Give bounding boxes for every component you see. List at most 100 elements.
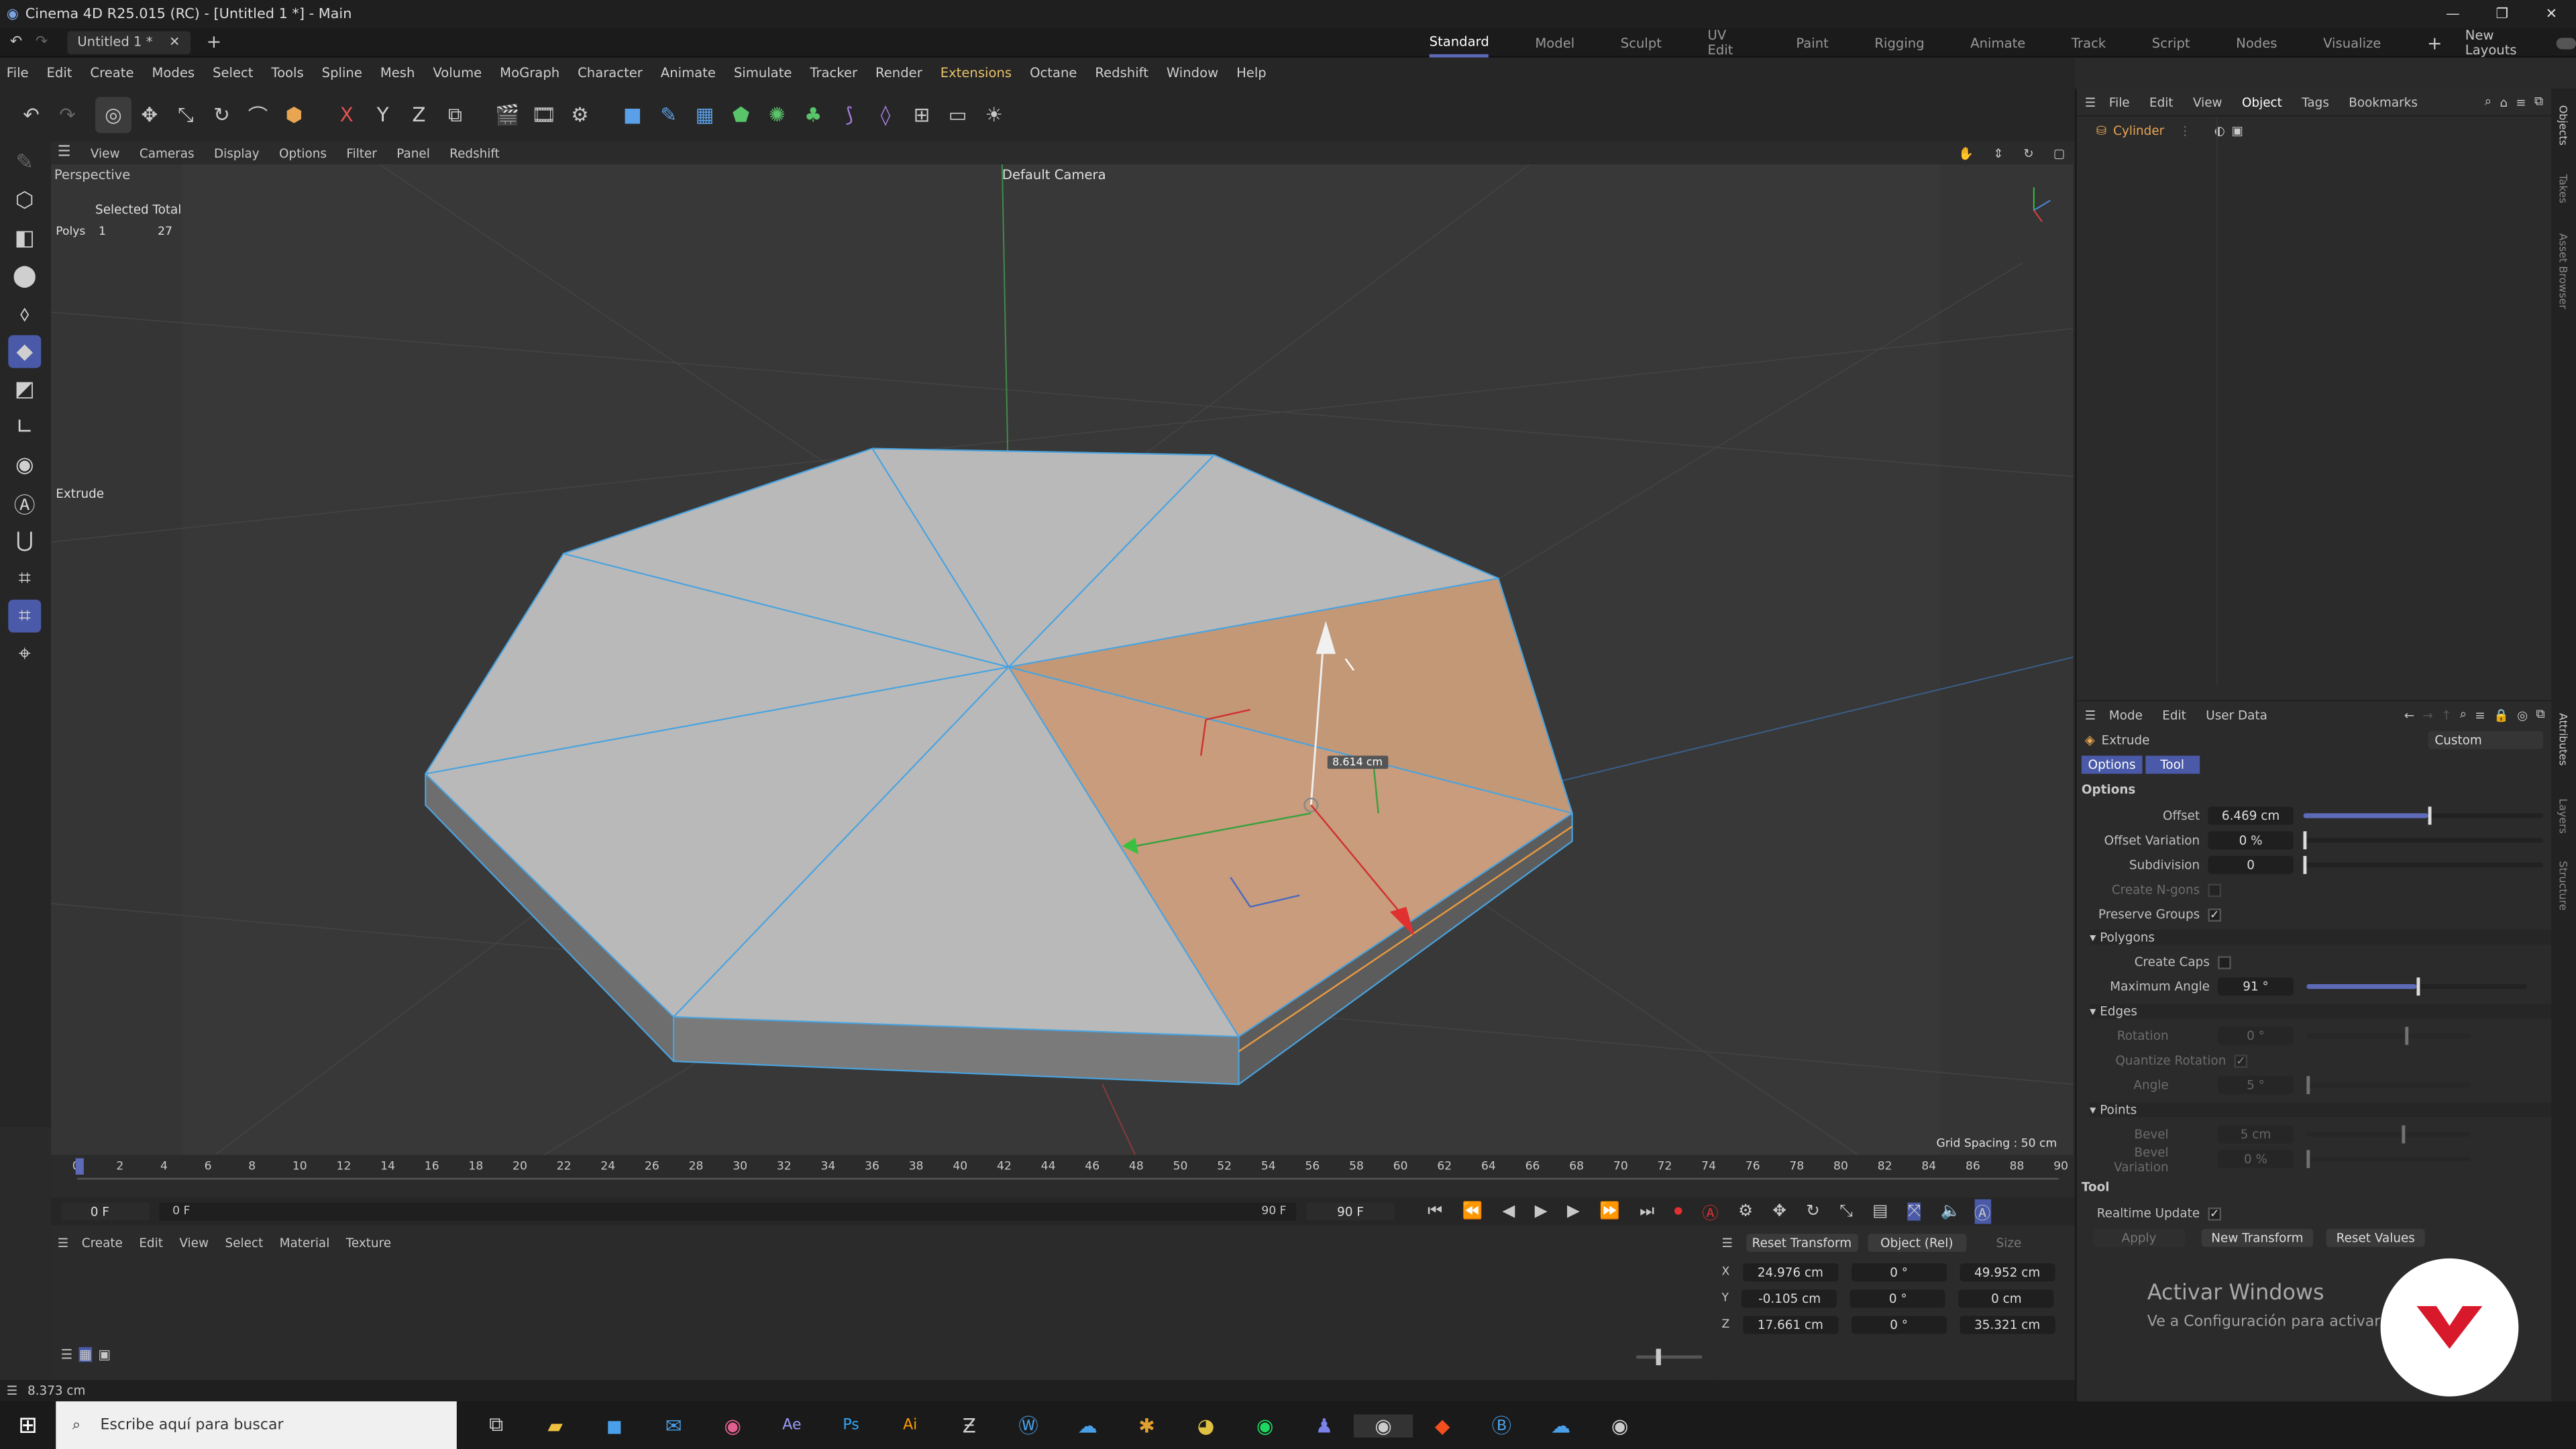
reset-transform-button[interactable]: Reset Transform	[1746, 1232, 1858, 1251]
menu-render[interactable]: Render	[875, 66, 922, 80]
filter-icon[interactable]: ≡	[2516, 95, 2526, 109]
paint-icon[interactable]: ✎	[8, 146, 41, 179]
vp-menu-cameras[interactable]: Cameras	[140, 146, 195, 160]
restore-button[interactable]: ❐	[2477, 6, 2526, 22]
illustrator-icon[interactable]: Ai	[881, 1417, 940, 1433]
autokey-icon[interactable]: Ⓐ	[1702, 1199, 1718, 1224]
lasso-icon[interactable]: ⌒	[240, 97, 276, 133]
reset-values-button[interactable]: Reset Values	[2326, 1228, 2425, 1247]
coord-size-field[interactable]: 35.321 cm	[1960, 1315, 2055, 1334]
side-tab-structure[interactable]: Structure	[2557, 861, 2570, 910]
render-settings-icon[interactable]: ⚙	[562, 97, 598, 133]
side-tab-attributes[interactable]: Attributes	[2557, 713, 2570, 766]
layout-tab-standard[interactable]: Standard	[1429, 29, 1489, 57]
max-angle-slider[interactable]	[2306, 977, 2527, 996]
figma-icon[interactable]: ◆	[1413, 1413, 1472, 1436]
layout-tab-visualize[interactable]: Visualize	[2323, 36, 2381, 50]
redo-icon[interactable]: ↷	[36, 34, 48, 50]
menu-tools[interactable]: Tools	[271, 66, 303, 80]
list-view-icon[interactable]: ☰	[61, 1347, 73, 1362]
obj-menu-file[interactable]: File	[2109, 95, 2130, 109]
cube-icon[interactable]: ■	[614, 97, 651, 133]
forward-icon[interactable]: →	[2422, 707, 2432, 722]
coord-position-field[interactable]: 24.976 cm	[1742, 1263, 1838, 1281]
sound-icon[interactable]: 🔈	[1941, 1203, 1961, 1221]
uv-mode-icon[interactable]: ◩	[8, 373, 41, 406]
camera-icon[interactable]: ▭	[940, 97, 976, 133]
quantize-checkbox[interactable]: ✓	[2234, 1054, 2248, 1067]
filter-icon[interactable]: ≡	[2475, 707, 2485, 722]
hamburger-icon[interactable]: ☰	[1722, 1234, 1733, 1249]
layout-tab-rigging[interactable]: Rigging	[1874, 36, 1924, 50]
subdivision-icon[interactable]: ▦	[687, 97, 723, 133]
coordinate-system-icon[interactable]: ⬢	[276, 97, 312, 133]
edges-mode-icon[interactable]: ⬨	[8, 297, 41, 330]
menu-modes[interactable]: Modes	[152, 66, 195, 80]
tab-options[interactable]: Options	[2081, 755, 2143, 774]
render-view-icon[interactable]: 🎬	[490, 97, 526, 133]
orbit-icon[interactable]: ↻	[2023, 146, 2033, 160]
add-tab-icon[interactable]: +	[207, 32, 222, 53]
zoom-slider[interactable]	[1636, 1348, 1703, 1366]
snap-icon[interactable]: ⋃	[8, 524, 41, 557]
vp-menu-panel[interactable]: Panel	[396, 146, 430, 160]
pan-icon[interactable]: ✋	[1958, 146, 1974, 160]
menu-extensions[interactable]: Extensions	[941, 66, 1012, 80]
side-tab-objects[interactable]: Objects	[2557, 105, 2570, 146]
coord-position-field[interactable]: 17.661 cm	[1742, 1315, 1838, 1334]
frame-range-bar[interactable]: 0 F 90 F	[159, 1202, 1297, 1221]
cinema4d-icon[interactable]: ◉	[1353, 1413, 1413, 1437]
vp-menu-redshift[interactable]: Redshift	[449, 146, 500, 160]
bevel-slider[interactable]	[2306, 1125, 2471, 1144]
bevel-variation-field[interactable]: 0 %	[2218, 1150, 2294, 1169]
coord-size-select[interactable]: Size	[1976, 1232, 2042, 1251]
search-icon[interactable]: ⌕	[2485, 94, 2491, 110]
key-pla-icon[interactable]: ⤧	[1907, 1202, 1921, 1221]
close-icon[interactable]: ✕	[169, 34, 180, 49]
subdivision-slider[interactable]	[2303, 855, 2544, 874]
offset-field[interactable]: 6.469 cm	[2208, 806, 2294, 825]
preserve-groups-checkbox[interactable]: ✓	[2208, 908, 2222, 921]
prev-key-icon[interactable]: ⏪	[1462, 1203, 1483, 1221]
object-row-cylinder[interactable]: ⛁ Cylinder ⋮ ◐ ▣	[2077, 118, 2552, 141]
workplane-align-icon[interactable]: ⌗	[8, 599, 42, 633]
rotation-field[interactable]: 0 °	[2218, 1026, 2294, 1045]
attr-menu-user-data[interactable]: User Data	[2206, 707, 2267, 722]
angle-field[interactable]: 5 °	[2218, 1076, 2294, 1095]
instagram-icon[interactable]: ◉	[703, 1413, 762, 1436]
visibility-icon[interactable]: ⋮	[2179, 122, 2191, 137]
go-to-end-icon[interactable]: ⏭	[1640, 1203, 1654, 1221]
attr-menu-edit[interactable]: Edit	[2162, 707, 2186, 722]
undo-icon[interactable]: ↶	[10, 34, 22, 50]
axis-mode-icon[interactable]: ∟	[8, 411, 41, 443]
bevel-field[interactable]: 5 cm	[2218, 1125, 2294, 1144]
task-view-icon[interactable]: ⧉	[467, 1413, 526, 1438]
points-mode-icon[interactable]: ⬤	[8, 260, 41, 292]
current-frame-field[interactable]: 0 F	[60, 1202, 150, 1221]
menu-octane[interactable]: Octane	[1030, 66, 1077, 80]
preset-select[interactable]: Custom	[2428, 731, 2544, 749]
texture-mode-icon[interactable]: ◧	[8, 222, 41, 255]
world-coord-icon[interactable]: ⧉	[437, 97, 473, 133]
end-frame-field[interactable]: 90 F	[1305, 1202, 1395, 1221]
menu-edit[interactable]: Edit	[47, 66, 72, 80]
offset-slider[interactable]	[2303, 806, 2544, 825]
create-caps-checkbox[interactable]	[2218, 955, 2231, 969]
side-tab-layers[interactable]: Layers	[2557, 798, 2570, 834]
obj-menu-object[interactable]: Object	[2242, 95, 2282, 109]
close-button[interactable]: ✕	[2527, 6, 2576, 22]
zbrush-icon[interactable]: Ƶ	[940, 1413, 999, 1436]
z-axis-lock-button[interactable]: Z	[401, 97, 437, 133]
obj-menu-tags[interactable]: Tags	[2302, 95, 2329, 109]
hamburger-icon[interactable]: ☰	[58, 1234, 68, 1249]
hamburger-icon[interactable]: ☰	[2085, 707, 2096, 722]
workplane-icon[interactable]: ⌗	[8, 562, 41, 595]
offset-variation-field[interactable]: 0 %	[2208, 831, 2294, 850]
attr-menu-mode[interactable]: Mode	[2109, 707, 2143, 722]
prev-frame-icon[interactable]: ◀	[1502, 1203, 1515, 1221]
angle-slider[interactable]	[2306, 1076, 2471, 1095]
menu-mesh[interactable]: Mesh	[380, 66, 415, 80]
bevel-variation-slider[interactable]	[2306, 1150, 2471, 1169]
layout-tab-model[interactable]: Model	[1535, 36, 1574, 50]
tweak-icon[interactable]: Ⓐ	[8, 486, 41, 519]
